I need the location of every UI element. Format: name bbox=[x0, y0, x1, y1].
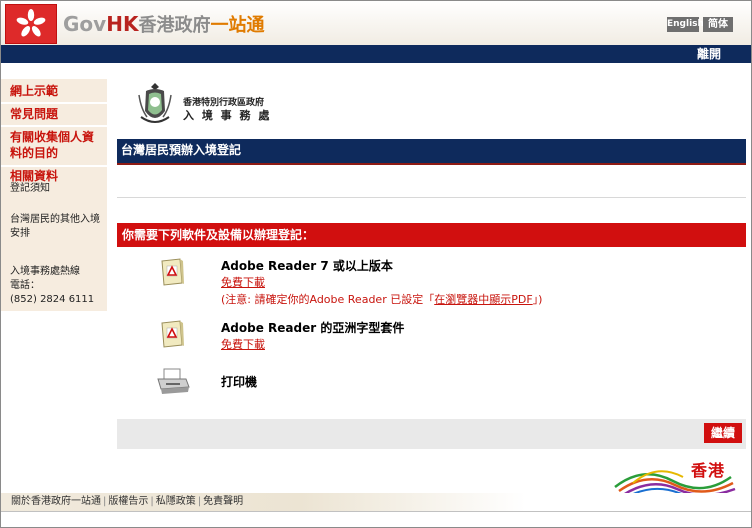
action-bar: 繼續 bbox=[117, 419, 746, 449]
sidebar-divider bbox=[1, 102, 107, 104]
sidebar-item-personal-data[interactable]: 有關收集個人資 料的目的 bbox=[10, 129, 94, 161]
hotline-label: 入境事務處熱線 bbox=[10, 266, 80, 277]
sidebar-divider bbox=[1, 165, 107, 167]
hotline-info: 入境事務處熱線 電話： (852) 2824 6111 bbox=[10, 265, 94, 307]
brand-onestop: 一站通 bbox=[210, 15, 265, 36]
logout-link[interactable]: 離開 bbox=[697, 45, 721, 63]
immigration-emblem-icon bbox=[138, 83, 172, 123]
footer-link-disclaimer[interactable]: 免責聲明 bbox=[203, 496, 243, 507]
page-title-bar: 台灣居民預辦入境登記 bbox=[117, 139, 746, 163]
continue-button[interactable]: 繼續 bbox=[704, 423, 742, 443]
footer-link-privacy[interactable]: 私隱政策 bbox=[156, 496, 196, 507]
page-title: 台灣居民預辦入境登記 bbox=[121, 143, 242, 157]
footer-link-about[interactable]: 關於香港政府一站通 bbox=[11, 496, 101, 507]
pdf-browser-setting-link[interactable]: 在瀏覽器中顯示PDF bbox=[434, 293, 532, 306]
sidebar-item-label: 料的目的 bbox=[10, 146, 59, 160]
requirement-printer-title: 打印機 bbox=[221, 375, 258, 389]
sidebar-divider bbox=[1, 125, 107, 127]
sidebar: 網上示範 常見問題 有關收集個人資 料的目的 相關資料 登記須知 台灣居民的其他… bbox=[1, 79, 107, 311]
note-prefix: (注意: 請確定你的Adobe Reader 已設定「 bbox=[221, 293, 435, 306]
brand-hk: HK bbox=[106, 12, 139, 36]
title-underline bbox=[117, 163, 746, 165]
sidebar-item-faq[interactable]: 常見問題 bbox=[10, 106, 58, 122]
department-name-line2: 入 境 事 務 處 bbox=[183, 109, 272, 122]
footer: 關於香港政府一站通 | 版權告示 | 私隱政策 | 免責聲明 bbox=[1, 493, 751, 511]
requirement-asian-font-title: Adobe Reader 的亞洲字型套件 bbox=[221, 321, 405, 335]
sidebar-link-other-entry[interactable]: 台灣居民的其他入境 安排 bbox=[10, 213, 100, 241]
pdf-setting-note: (注意: 請確定你的Adobe Reader 已設定「在瀏覽器中顯示PDF」) bbox=[221, 291, 542, 307]
sidebar-link-label: 安排 bbox=[10, 228, 30, 239]
footer-separator: | bbox=[150, 496, 154, 507]
footer-links: 關於香港政府一站通 | 版權告示 | 私隱政策 | 免責聲明 bbox=[11, 493, 243, 511]
footer-link-copyright[interactable]: 版權告示 bbox=[108, 496, 148, 507]
hotline-phone-label: 電話： bbox=[10, 280, 40, 291]
requirements-heading: 你需要下列軟件及設備以辦理登記： bbox=[122, 228, 315, 242]
hk-flag-icon[interactable] bbox=[5, 4, 57, 44]
requirements-heading-bar: 你需要下列軟件及設備以辦理登記： bbox=[117, 223, 746, 247]
hotline-number: (852) 2824 6111 bbox=[10, 294, 95, 305]
sidebar-item-online-demo[interactable]: 網上示範 bbox=[10, 83, 58, 99]
requirement-adobe-reader-title: Adobe Reader 7 或以上版本 bbox=[221, 259, 393, 273]
printer-icon bbox=[157, 368, 190, 394]
sidebar-link-registration-notes[interactable]: 登記須知 bbox=[10, 182, 50, 196]
browser-page: GovHK香港政府一站通 English 简体 離開 網上示範 常見問題 有關收… bbox=[0, 0, 752, 528]
brand-hong-kong-text: 香港 bbox=[691, 461, 726, 480]
adobe-reader-box-icon bbox=[161, 258, 184, 286]
divider bbox=[117, 197, 746, 198]
footer-divider bbox=[1, 511, 751, 512]
english-language-button[interactable]: English bbox=[667, 17, 704, 32]
download-adobe-reader-link[interactable]: 免費下載 bbox=[221, 274, 265, 290]
brand-cn: 香港政府 bbox=[138, 15, 211, 36]
sidebar-item-label: 有關收集個人資 bbox=[10, 130, 95, 144]
brand-gov: Gov bbox=[63, 12, 107, 36]
simplified-chinese-button[interactable]: 简体 bbox=[703, 17, 733, 32]
site-header: GovHK香港政府一站通 English 简体 bbox=[1, 1, 751, 45]
note-suffix: 」) bbox=[532, 293, 543, 306]
top-nav-bar: 離開 bbox=[1, 45, 751, 63]
download-asian-font-link[interactable]: 免費下載 bbox=[221, 336, 265, 352]
adobe-reader-box-icon bbox=[161, 320, 184, 348]
sidebar-link-label: 台灣居民的其他入境 bbox=[10, 214, 100, 225]
govhk-logo[interactable]: GovHK香港政府一站通 bbox=[63, 12, 264, 38]
